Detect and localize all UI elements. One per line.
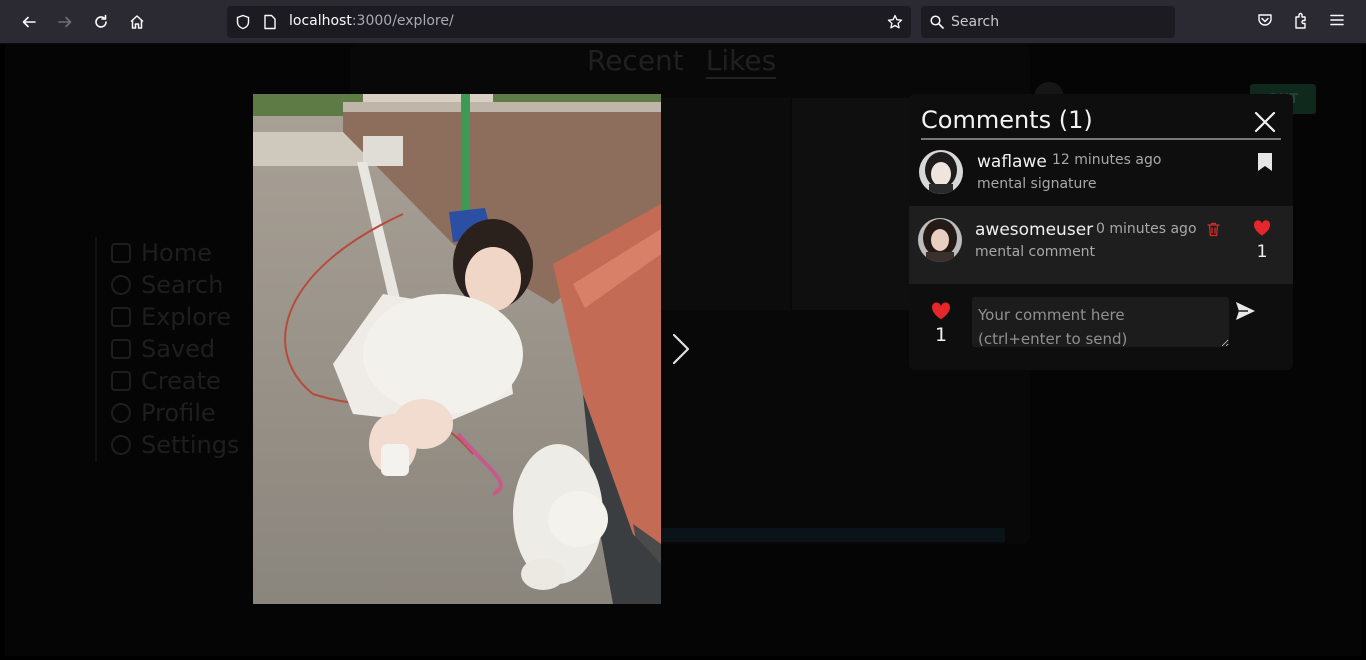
- shield-icon[interactable]: [235, 14, 251, 30]
- chevron-right-icon[interactable]: [668, 332, 694, 366]
- star-icon[interactable]: [887, 14, 903, 30]
- heart-icon[interactable]: [931, 302, 951, 320]
- back-icon: [22, 16, 36, 28]
- avatar-image: [919, 150, 963, 194]
- grid-photo: [661, 98, 790, 310]
- explore-tabs: Recent Likes: [587, 44, 777, 79]
- search-icon: [930, 15, 944, 29]
- back-button[interactable]: [15, 9, 43, 35]
- sidebar-item-search: Search: [111, 271, 223, 299]
- search-bar[interactable]: [921, 6, 1175, 38]
- reload-button[interactable]: [87, 9, 115, 35]
- sidebar-item-label: Search: [141, 271, 224, 299]
- divider: [921, 138, 1281, 140]
- sidebar-item-saved: Saved: [111, 335, 215, 363]
- sidebar-nav: Home Search Explore Saved Create Profile…: [95, 237, 255, 462]
- comment-input[interactable]: [972, 297, 1229, 347]
- bookmark-icon[interactable]: [1256, 152, 1274, 172]
- comments-panel: Comments (1) waflawe 12 minutes ago ment…: [909, 94, 1293, 370]
- home-icon: [111, 243, 131, 263]
- menu-icon[interactable]: [1329, 12, 1345, 28]
- heart-icon[interactable]: [1253, 220, 1271, 236]
- comments-title-text: Comments: [921, 106, 1052, 134]
- send-icon[interactable]: [1234, 300, 1256, 322]
- post-signature: mental signature: [977, 176, 1097, 192]
- avatar[interactable]: [919, 150, 963, 194]
- comments-count: (1): [1058, 106, 1093, 134]
- sidebar-item-label: Saved: [141, 335, 216, 363]
- sidebar-item-home: Home: [111, 239, 212, 267]
- url-host: localhost: [289, 13, 352, 29]
- comment-time: 0 minutes ago: [1096, 221, 1197, 237]
- tab-likes: Likes: [705, 44, 777, 79]
- gear-icon: [111, 435, 131, 455]
- sidebar-item-label: Create: [141, 367, 221, 395]
- page-icon: [264, 14, 276, 30]
- sidebar-item-profile: Profile: [111, 399, 216, 427]
- extensions-icon[interactable]: [1293, 12, 1309, 30]
- url-bar[interactable]: localhost:3000/explore/: [227, 6, 911, 38]
- post-photo: [253, 94, 661, 604]
- search-input[interactable]: [951, 13, 1161, 31]
- search-icon: [111, 275, 131, 295]
- pocket-icon[interactable]: [1257, 12, 1273, 28]
- comment-composer: 1: [909, 286, 1293, 370]
- close-icon[interactable]: [1254, 111, 1276, 133]
- user-icon: [111, 403, 131, 423]
- url-text[interactable]: localhost:3000/explore/: [289, 13, 454, 29]
- post-caption: waflawe 12 minutes ago mental signature: [909, 142, 1293, 204]
- home-icon: [130, 15, 144, 29]
- post-image: [253, 94, 661, 604]
- sidebar-item-label: Home: [141, 239, 212, 267]
- post-author-name[interactable]: waflawe: [977, 152, 1047, 172]
- sidebar-item-explore: Explore: [111, 303, 231, 331]
- tab-recent: Recent: [587, 44, 684, 77]
- map-icon: [111, 307, 131, 327]
- forward-icon: [58, 16, 72, 28]
- reload-icon: [95, 14, 107, 28]
- browser-toolbar: localhost:3000/explore/: [0, 0, 1366, 44]
- comment-item: awesomeuser 0 minutes ago mental comment…: [909, 206, 1293, 284]
- post-like-count: 1: [934, 324, 948, 346]
- avatar-image: [918, 218, 962, 262]
- trash-icon[interactable]: [1207, 222, 1220, 237]
- sidebar-item-settings: Settings: [111, 431, 239, 459]
- url-path: :3000/explore/: [351, 13, 454, 29]
- comments-title: Comments (1): [921, 106, 1093, 134]
- comment-author-name[interactable]: awesomeuser: [975, 220, 1093, 240]
- home-button[interactable]: [123, 9, 151, 35]
- avatar[interactable]: [918, 218, 962, 262]
- folder-plus-icon: [111, 371, 131, 391]
- sidebar-item-label: Settings: [141, 431, 240, 459]
- sidebar-item-label: Profile: [141, 399, 216, 427]
- forward-button[interactable]: [51, 9, 79, 35]
- grid-photo: [792, 98, 910, 310]
- comment-like-count: 1: [1256, 242, 1268, 262]
- comment-text: mental comment: [975, 244, 1096, 260]
- sidebar-item-create: Create: [111, 367, 221, 395]
- bookmark-icon: [111, 339, 131, 359]
- sidebar-item-label: Explore: [141, 303, 232, 331]
- post-time: 12 minutes ago: [1052, 152, 1162, 168]
